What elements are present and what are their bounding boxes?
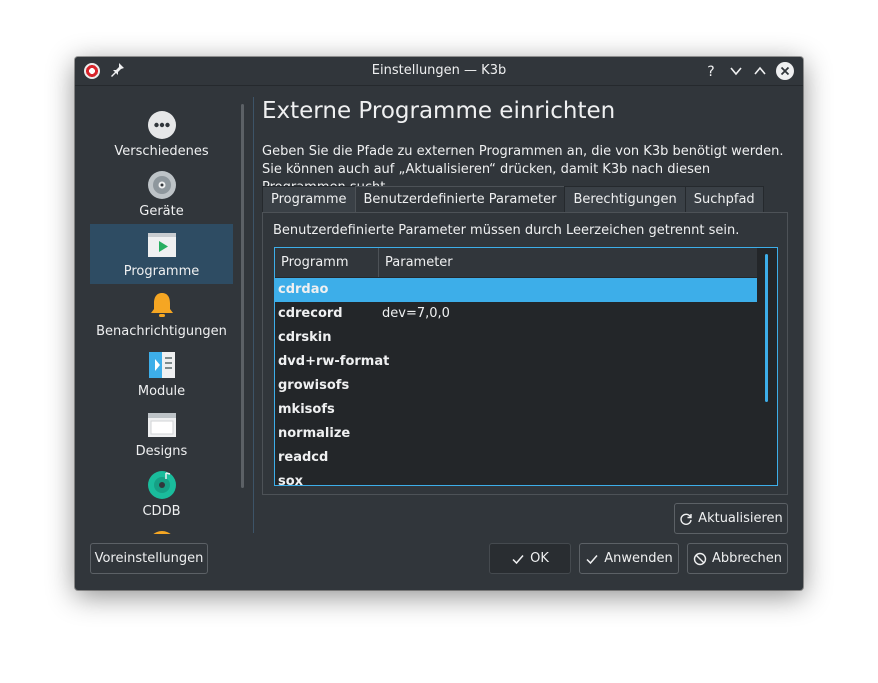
settings-dialog: Einstellungen — K3b ? Verschiedenes Gerä… [75, 57, 803, 590]
title-bar: Einstellungen — K3b ? [75, 57, 803, 86]
table-row[interactable]: cdrskin [275, 326, 757, 350]
program-cell: sox [278, 474, 304, 486]
table-header: Programm Parameter [275, 248, 757, 278]
program-cell: readcd [278, 450, 329, 465]
tab-bar: Programme Benutzerdefinierte Parameter B… [262, 186, 764, 213]
custom-parameters-panel: Benutzerdefinierte Parameter müssen durc… [262, 212, 788, 495]
tab-search-path[interactable]: Suchpfad [684, 186, 764, 212]
chevron-up-icon [754, 66, 766, 75]
sidebar-scrollbar[interactable] [241, 104, 244, 488]
table-row[interactable]: readcd [275, 446, 757, 470]
partial-icon [153, 531, 171, 534]
tab-permissions[interactable]: Berechtigungen [564, 186, 686, 212]
check-icon [586, 554, 598, 564]
settings-sidebar: Verschiedenes Geräte Programme Benachric… [90, 104, 235, 534]
music-disc-icon [148, 471, 176, 499]
cancel-label: Abbrechen [711, 551, 783, 566]
sidebar-item-verschiedenes[interactable]: Verschiedenes [90, 104, 233, 164]
table-row[interactable]: normalize [275, 422, 757, 446]
page-title: Externe Programme einrichten [262, 98, 616, 124]
ok-button[interactable]: OK [489, 543, 571, 574]
table-row[interactable]: sox [275, 470, 757, 486]
program-cell: mkisofs [278, 402, 335, 417]
sidebar-item-cddb[interactable]: CDDB [90, 464, 233, 524]
apply-label: Anwenden [604, 551, 673, 566]
refresh-icon [680, 513, 692, 525]
defaults-button[interactable]: Voreinstellungen [90, 543, 208, 574]
column-header-program[interactable]: Programm [275, 248, 379, 277]
sidebar-item-label: Verschiedenes [114, 144, 209, 159]
svg-text:?: ? [707, 64, 714, 78]
parameter-cell[interactable]: dev=7,0,0 [382, 302, 450, 326]
sidebar-item-label: Programme [123, 264, 200, 279]
program-cell: normalize [278, 426, 351, 441]
refresh-label: Aktualisieren [698, 511, 783, 526]
sidebar-divider [253, 97, 254, 533]
bell-icon [151, 293, 173, 317]
parameters-table: Programm Parameter cdrdao cdrecord dev=7… [274, 247, 778, 486]
sidebar-item-benachrichtigungen[interactable]: Benachrichtigungen [90, 284, 233, 344]
tab-custom-parameters[interactable]: Benutzerdefinierte Parameter [354, 186, 566, 213]
table-row[interactable]: cdrecord dev=7,0,0 [275, 302, 757, 326]
minimize-button[interactable] [727, 62, 745, 80]
module-icon [149, 352, 175, 378]
program-cell: dvd+rw-format [278, 354, 390, 369]
design-window-icon [148, 413, 176, 437]
table-row[interactable]: mkisofs [275, 398, 757, 422]
sidebar-item-label: Designs [135, 444, 188, 459]
sidebar-item-programme[interactable]: Programme [90, 224, 233, 284]
program-cell: cdrecord [278, 306, 343, 321]
table-row[interactable]: dvd+rw-format [275, 350, 757, 374]
table-row[interactable]: cdrdao [275, 278, 757, 302]
ellipsis-icon [148, 111, 176, 139]
sidebar-item-label: Geräte [139, 204, 184, 219]
cancel-icon [693, 552, 707, 565]
sidebar-item-designs[interactable]: Designs [90, 404, 233, 464]
sidebar-item-label: CDDB [142, 504, 181, 519]
chevron-down-icon [730, 67, 742, 76]
disc-drive-icon [148, 171, 176, 199]
refresh-button[interactable]: Aktualisieren [674, 503, 788, 534]
apply-button[interactable]: Anwenden [579, 543, 679, 574]
ok-label: OK [530, 551, 549, 566]
sidebar-item-partial[interactable] [90, 524, 233, 534]
panel-note: Benutzerdefinierte Parameter müssen durc… [273, 223, 740, 238]
program-cell: cdrdao [278, 282, 329, 297]
sidebar-item-geraete[interactable]: Geräte [90, 164, 233, 224]
window-title: Einstellungen — K3b [371, 63, 507, 78]
program-cell: cdrskin [278, 330, 332, 345]
help-button[interactable]: ? [702, 62, 720, 80]
sidebar-item-module[interactable]: Module [90, 344, 233, 404]
sidebar-item-label: Benachrichtigungen [96, 324, 227, 339]
close-icon [780, 66, 790, 76]
program-play-icon [148, 233, 176, 257]
table-rows: cdrdao cdrecord dev=7,0,0 cdrskin dvd+rw… [275, 278, 757, 486]
close-button[interactable] [776, 62, 794, 80]
defaults-label: Voreinstellungen [94, 551, 204, 566]
program-cell: growisofs [278, 378, 350, 393]
tab-programme[interactable]: Programme [262, 186, 356, 212]
column-header-parameter[interactable]: Parameter [379, 248, 757, 277]
maximize-button[interactable] [751, 62, 769, 80]
sidebar-item-label: Module [137, 384, 186, 399]
cancel-button[interactable]: Abbrechen [687, 543, 788, 574]
table-scrollbar[interactable] [765, 254, 768, 402]
check-icon [512, 554, 524, 564]
table-row[interactable]: growisofs [275, 374, 757, 398]
